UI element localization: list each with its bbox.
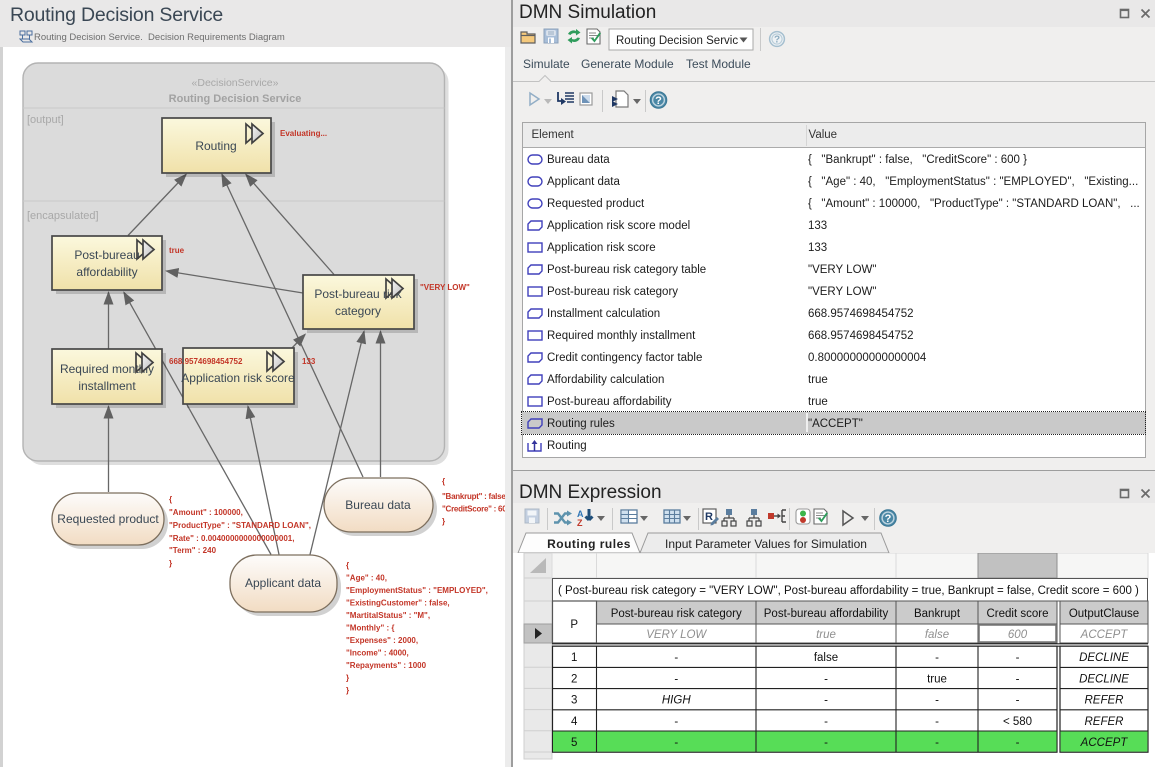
svg-text:?: ? — [774, 35, 780, 46]
svg-text:ACCEPT: ACCEPT — [1080, 629, 1129, 641]
svg-text:Bureau data: Bureau data — [345, 498, 411, 512]
svg-text:installment: installment — [78, 379, 136, 393]
svg-text:Z: Z — [577, 518, 583, 528]
svg-text:-: - — [935, 737, 939, 749]
svg-text:Routing rules: Routing rules — [547, 537, 631, 551]
svg-text:5: 5 — [571, 737, 577, 749]
svg-text:-: - — [935, 652, 939, 664]
svg-text:?: ? — [885, 513, 892, 525]
svg-text:affordability: affordability — [76, 265, 137, 279]
svg-text:-: - — [824, 737, 828, 749]
svg-text:1: 1 — [571, 652, 577, 664]
svg-text:-: - — [1016, 695, 1020, 707]
svg-text:600: 600 — [1008, 629, 1028, 641]
svg-text:133: 133 — [302, 357, 316, 366]
svg-text:{: { — [169, 495, 172, 504]
svg-text:"Income" : 4000,: "Income" : 4000, — [346, 649, 409, 658]
svg-text:4: 4 — [571, 716, 578, 728]
svg-text:Post-bureau risk category: Post-bureau risk category — [611, 608, 742, 620]
svg-text:{: { — [442, 477, 445, 486]
svg-text:"Term" : 240: "Term" : 240 — [169, 546, 217, 555]
svg-text:-: - — [1016, 673, 1020, 685]
svg-text:}: } — [169, 559, 172, 568]
svg-text:{: { — [346, 561, 349, 570]
svg-text:( Post-bureau risk category =: ( Post-bureau risk category = "VERY LOW"… — [558, 585, 1139, 597]
svg-text:-: - — [1016, 737, 1020, 749]
svg-text:Routing Decision Servic: Routing Decision Servic — [616, 35, 738, 47]
svg-text:-: - — [824, 716, 828, 728]
svg-text:-: - — [674, 652, 678, 664]
svg-text:3: 3 — [571, 695, 577, 707]
svg-text:668.9574698454752: 668.9574698454752 — [169, 357, 243, 366]
svg-text:"Bankrupt" : false,: "Bankrupt" : false, — [442, 492, 508, 501]
svg-text:"Monthly" : {: "Monthly" : { — [346, 624, 394, 633]
svg-text:"ExistingCustomer" : false,: "ExistingCustomer" : false, — [346, 599, 450, 608]
svg-text:"Age" : 40,: "Age" : 40, — [346, 574, 387, 583]
svg-text:Bankrupt: Bankrupt — [914, 608, 961, 620]
svg-text:DECLINE: DECLINE — [1079, 652, 1129, 664]
svg-text:}: } — [442, 517, 445, 526]
svg-text:VERY LOW: VERY LOW — [646, 629, 707, 641]
svg-text:-: - — [674, 737, 678, 749]
svg-text:REFER: REFER — [1085, 695, 1124, 707]
svg-text:P: P — [570, 619, 578, 631]
svg-text:"VERY LOW": "VERY LOW" — [420, 283, 470, 292]
svg-text:R: R — [705, 511, 713, 523]
svg-text:Requested product: Requested product — [57, 512, 159, 526]
svg-text:"Rate" : 0.0040000000000000001: "Rate" : 0.0040000000000000001, — [169, 534, 294, 543]
svg-text:true: true — [169, 246, 185, 255]
svg-text:Evaluating...: Evaluating... — [280, 129, 327, 138]
svg-text:-: - — [824, 673, 828, 685]
svg-text:-: - — [824, 695, 828, 707]
svg-text:"ProductType" : "STANDARD LOAN: "ProductType" : "STANDARD LOAN", — [169, 521, 311, 530]
svg-text:2: 2 — [571, 673, 577, 685]
svg-text:category: category — [335, 304, 381, 318]
svg-text:[encapsulated]: [encapsulated] — [27, 210, 99, 222]
svg-text:false: false — [925, 629, 949, 641]
svg-text:Post-bureau: Post-bureau — [74, 248, 139, 262]
svg-text:DECLINE: DECLINE — [1079, 673, 1129, 685]
svg-text:OutputClause: OutputClause — [1069, 608, 1139, 620]
svg-text:true: true — [816, 629, 836, 641]
svg-text:-: - — [935, 716, 939, 728]
svg-text:-: - — [674, 716, 678, 728]
svg-text:-: - — [674, 673, 678, 685]
svg-text:[output]: [output] — [27, 114, 64, 126]
svg-text:Input Parameter Values for Sim: Input Parameter Values for Simulation — [665, 537, 867, 551]
svg-text:"Expenses" : 2000,: "Expenses" : 2000, — [346, 636, 418, 645]
svg-text:}: } — [346, 674, 349, 683]
svg-text:false: false — [814, 652, 838, 664]
svg-text:Routing Decision Service: Routing Decision Service — [169, 93, 302, 105]
svg-text:"MartitalStatus" : "M",: "MartitalStatus" : "M", — [346, 611, 430, 620]
svg-text:"Repayments" : 1000: "Repayments" : 1000 — [346, 661, 427, 670]
svg-text:}: } — [346, 686, 349, 695]
svg-text:"CreditScore" : 600: "CreditScore" : 600 — [442, 505, 511, 514]
svg-text:Routing: Routing — [195, 139, 236, 153]
svg-text:Post-bureau affordability: Post-bureau affordability — [764, 608, 889, 620]
svg-text:HIGH: HIGH — [662, 695, 691, 707]
svg-text:"Amount" : 100000,: "Amount" : 100000, — [169, 508, 243, 517]
svg-text:«DecisionService»: «DecisionService» — [192, 77, 279, 89]
svg-text:< 580: < 580 — [1003, 716, 1032, 728]
svg-text:ACCEPT: ACCEPT — [1080, 737, 1129, 749]
svg-text:Application risk score: Application risk score — [181, 371, 295, 385]
svg-text:?: ? — [655, 95, 662, 107]
svg-text:-: - — [935, 695, 939, 707]
svg-text:Credit score: Credit score — [987, 608, 1049, 620]
svg-text:true: true — [927, 673, 947, 685]
svg-text:-: - — [1016, 652, 1020, 664]
svg-text:"EmploymentStatus" : "EMPLOYED: "EmploymentStatus" : "EMPLOYED", — [346, 586, 488, 595]
svg-text:Applicant data: Applicant data — [245, 576, 321, 590]
svg-text:REFER: REFER — [1085, 716, 1124, 728]
